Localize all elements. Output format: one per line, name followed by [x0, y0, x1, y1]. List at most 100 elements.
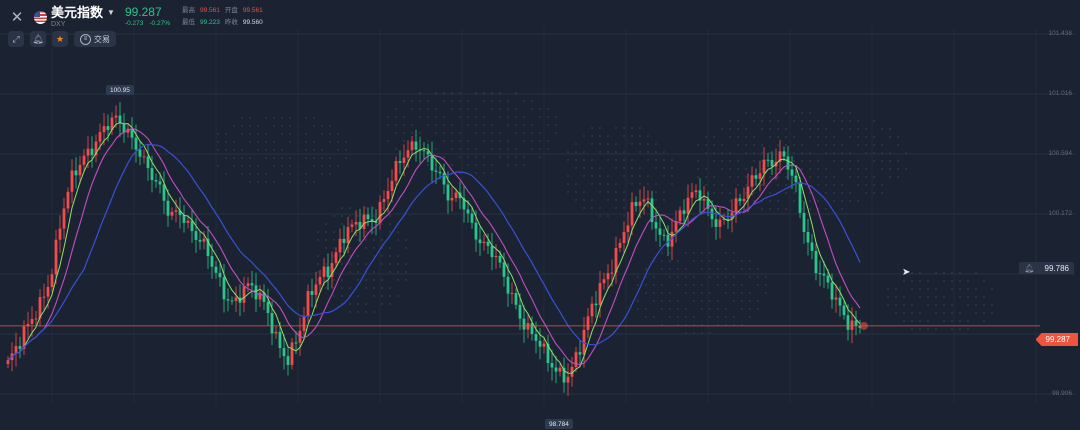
map-dot — [700, 291, 704, 295]
map-dot — [482, 139, 486, 143]
map-dot — [966, 319, 970, 323]
map-dot — [622, 126, 626, 130]
map-dot — [482, 123, 486, 127]
map-dot — [800, 111, 804, 115]
map-dot — [614, 142, 618, 146]
map-dot — [824, 143, 828, 147]
map-dot — [768, 191, 772, 195]
map-dot — [434, 131, 438, 135]
map-dot — [668, 267, 672, 271]
map-dot — [934, 311, 938, 315]
map-dot — [380, 238, 384, 242]
map-dot — [466, 139, 470, 143]
map-dot — [522, 99, 526, 103]
map-dot — [840, 191, 844, 195]
map-dot — [692, 299, 696, 303]
map-dot — [768, 207, 772, 211]
map-dot — [372, 238, 376, 242]
map-dot — [840, 143, 844, 147]
map-dot — [886, 287, 890, 291]
map-dot — [232, 124, 236, 128]
map-dot — [840, 199, 844, 203]
map-dot — [348, 310, 352, 314]
map-dot — [340, 214, 344, 218]
trade-button[interactable]: ≡ 交易 — [74, 31, 116, 47]
map-dot — [816, 119, 820, 123]
map-dot — [872, 119, 876, 123]
candle-body — [422, 150, 426, 152]
map-dot — [902, 303, 906, 307]
map-dot — [598, 182, 602, 186]
map-dot — [458, 115, 462, 119]
map-dot — [676, 259, 680, 263]
map-dot — [304, 116, 308, 120]
candle-body — [386, 191, 390, 200]
map-dot — [736, 183, 740, 187]
map-dot — [388, 214, 392, 218]
map-dot — [590, 174, 594, 178]
map-dot — [566, 150, 570, 154]
map-dot — [590, 166, 594, 170]
map-dot — [752, 159, 756, 163]
map-dot — [700, 251, 704, 255]
map-dot — [522, 123, 526, 127]
close-icon[interactable]: ✕ — [8, 8, 26, 26]
candle-body — [798, 182, 802, 213]
price-chart[interactable] — [0, 0, 1080, 430]
map-dot — [910, 303, 914, 307]
candle-body — [342, 238, 346, 244]
map-dot — [660, 251, 664, 255]
map-dot — [668, 275, 672, 279]
map-dot — [404, 262, 408, 266]
map-dot — [832, 119, 836, 123]
candle-body — [218, 272, 222, 278]
bell-icon[interactable]: 🔔︎ — [30, 31, 46, 47]
high-value: 99.561 — [199, 7, 220, 14]
draw-icon[interactable]: ⤢ — [8, 31, 24, 47]
map-dot — [566, 174, 570, 178]
map-dot — [792, 199, 796, 203]
map-dot — [506, 139, 510, 143]
map-dot — [380, 278, 384, 282]
map-dot — [668, 299, 672, 303]
candle-body — [534, 334, 538, 341]
map-dot — [320, 164, 324, 168]
map-dot — [506, 107, 510, 111]
map-dot — [958, 319, 962, 323]
map-dot — [736, 127, 740, 131]
map-dot — [288, 156, 292, 160]
map-dot — [224, 172, 228, 176]
star-icon[interactable]: ★ — [52, 31, 68, 47]
map-dot — [356, 262, 360, 266]
map-dot — [396, 262, 400, 266]
candle-body — [102, 126, 106, 133]
map-dot — [340, 278, 344, 282]
candle-body — [414, 141, 418, 150]
map-dot — [264, 180, 268, 184]
map-dot — [958, 287, 962, 291]
map-dot — [402, 139, 406, 143]
map-dot — [824, 127, 828, 131]
map-dot — [348, 246, 352, 250]
map-dot — [740, 299, 744, 303]
map-dot — [974, 287, 978, 291]
map-dot — [896, 175, 900, 179]
candle-body — [170, 211, 174, 216]
map-dot — [732, 299, 736, 303]
map-dot — [388, 230, 392, 234]
map-dot — [364, 310, 368, 314]
map-dot — [840, 167, 844, 171]
map-dot — [776, 183, 780, 187]
instrument-title[interactable]: 美元指数 ▼ DXY — [51, 6, 115, 28]
map-dot — [926, 327, 930, 331]
map-dot — [728, 199, 732, 203]
map-dot — [418, 115, 422, 119]
map-dot — [856, 135, 860, 139]
candle-body — [658, 228, 662, 235]
map-dot — [256, 124, 260, 128]
map-dot — [402, 115, 406, 119]
map-dot — [910, 327, 914, 331]
price-alert-tag[interactable]: 🔔︎ 99.786 — [1019, 262, 1074, 274]
map-dot — [902, 319, 906, 323]
map-dot — [630, 126, 634, 130]
